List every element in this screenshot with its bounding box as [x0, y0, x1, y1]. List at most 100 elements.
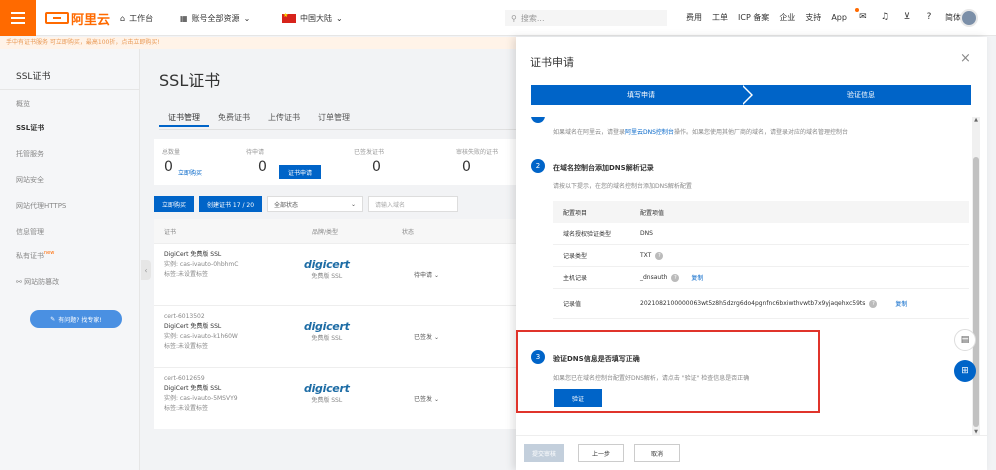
main-content: SSL证书 证书管理 免费证书 上传证书 订单管理 总数量 0 立即购买 待申请…	[140, 49, 516, 470]
apply-cert-button[interactable]: 证书申请	[279, 165, 321, 179]
sidebar-item-hosting[interactable]: 托管服务	[16, 149, 44, 159]
copy-value-button[interactable]: 复制	[895, 299, 907, 308]
link-support[interactable]: 支持	[805, 12, 821, 23]
table-row[interactable]: cert-6013502 DigiCert 免费版 SSL 实例: cas-iv…	[154, 305, 516, 367]
issued-label: 已签发证书	[354, 149, 385, 156]
apps-icon[interactable]: ⊞	[954, 360, 976, 382]
scroll-thumb[interactable]	[973, 157, 979, 427]
cert-tag[interactable]: 标签:未设置标签	[164, 404, 238, 414]
question-icon[interactable]: ?	[655, 251, 664, 260]
sidebar-item-https-proxy[interactable]: 网站代理HTTPS	[16, 201, 66, 211]
status-select[interactable]: 全部状态 ⌄	[267, 196, 364, 212]
scroll-down-icon[interactable]: ▼	[972, 429, 980, 435]
cart-icon[interactable]: ⊻	[901, 11, 913, 23]
notification-dot	[855, 8, 859, 12]
buy-now-link[interactable]: 立即购买	[178, 168, 202, 177]
search-icon: ⚲	[511, 13, 517, 23]
prev-step-button[interactable]: 上一步	[578, 444, 624, 462]
tab-cert-management[interactable]: 证书管理	[159, 109, 209, 127]
link-icp[interactable]: ICP 备案	[738, 12, 769, 23]
page-title: SSL证书	[159, 71, 221, 90]
total-value: 0	[164, 159, 173, 175]
tab-free-cert[interactable]: 免费证书	[209, 109, 259, 127]
link-app[interactable]: App	[831, 13, 847, 22]
status-cell[interactable]: 待申请 ⌄	[414, 270, 439, 279]
question-icon[interactable]: ?	[869, 299, 878, 308]
workbench-link[interactable]: ⌂ 工作台	[120, 11, 153, 25]
region-dropdown[interactable]: 中国大陆 ⌄	[282, 11, 343, 25]
aliyun-logo[interactable]: 阿里云	[45, 9, 110, 28]
chevron-down-icon: ⌄	[351, 200, 357, 208]
question-icon[interactable]: ?	[671, 273, 680, 282]
sidebar-item-ssl[interactable]: SSL证书	[16, 123, 44, 133]
cancel-button[interactable]: 取消	[634, 444, 680, 462]
search-input[interactable]: ⚲ 搜索...	[505, 10, 667, 26]
cert-tag[interactable]: 标签:未设置标签	[164, 342, 238, 352]
section2-title: 在域名控制台添加DNS解析记录	[553, 164, 654, 172]
config-value-text: TXT	[640, 252, 652, 259]
section1-desc-pre: 如果域名在阿里云，请登录	[553, 129, 626, 136]
link-enterprise[interactable]: 企业	[779, 12, 795, 23]
promo-notice[interactable]: 手中有证书服务 可立即购买，最高100折，点击立即购买!	[0, 37, 516, 49]
sidebar-item-private-cert[interactable]: 私有证书new	[16, 250, 54, 261]
highlight-box	[516, 330, 820, 413]
issued-value: 0	[372, 159, 381, 175]
dns-console-link[interactable]: 阿里云DNS控制台	[625, 129, 674, 136]
copy-host-button[interactable]: 复制	[691, 273, 703, 282]
brand-sub: 免费版 SSL	[311, 335, 343, 342]
sidebar-collapse-handle[interactable]: ‹	[141, 260, 151, 280]
config-value: TXT?	[640, 251, 969, 260]
tab-upload-cert[interactable]: 上传证书	[259, 109, 309, 127]
link-tickets[interactable]: 工单	[712, 12, 728, 23]
drawer-scrollbar[interactable]: ▲ ▼	[972, 117, 980, 435]
create-cert-button[interactable]: 创建证书 17 / 20	[199, 196, 263, 212]
hamburger-menu-icon[interactable]	[0, 0, 36, 36]
sidebar-item-tamper[interactable]: ⚯ 网站防篡改	[16, 277, 59, 287]
step-indicator: 填写申请 验证信息	[531, 85, 971, 105]
cert-type: DigiCert 免费版 SSL	[164, 251, 222, 258]
message-icon[interactable]: ✉	[857, 11, 869, 23]
sidebar-item-info-mgmt[interactable]: 信息管理	[16, 227, 44, 237]
table-row[interactable]: DigiCert 免费版 SSL 实例: cas-ivauto-0hbhmC 标…	[154, 243, 516, 305]
cert-name: cert-6013502	[164, 313, 205, 320]
cert-cell: DigiCert 免费版 SSL 实例: cas-ivauto-0hbhmC 标…	[164, 250, 238, 280]
cert-type: DigiCert 免费版 SSL	[164, 385, 222, 392]
resources-dropdown[interactable]: ▦ 账号全部资源 ⌄	[180, 11, 250, 25]
step-2-badge: 2	[531, 159, 545, 173]
link-fees[interactable]: 费用	[686, 12, 702, 23]
status-cell[interactable]: 已签发 ⌄	[414, 332, 439, 341]
grid-icon: ▦	[180, 13, 188, 23]
config-value: 2021082100000063wt5z8h5dzrg6do4pgnfnc6bx…	[640, 299, 969, 308]
config-table-header: 配置项目 配置项值	[553, 201, 969, 223]
sidebar-divider	[0, 89, 140, 90]
feedback-icon[interactable]: ▤	[954, 329, 976, 351]
scroll-up-icon[interactable]: ▲	[972, 117, 980, 123]
config-key: 域名授权验证类型	[563, 231, 612, 238]
cert-tag[interactable]: 标签:未设置标签	[164, 270, 238, 280]
tab-orders[interactable]: 订单管理	[309, 109, 359, 127]
domain-search-input[interactable]: 请输入域名	[368, 196, 459, 212]
table-row[interactable]: cert-6012659 DigiCert 免费版 SSL 实例: cas-iv…	[154, 367, 516, 429]
bell-icon[interactable]: ♫	[879, 11, 891, 23]
status-cell[interactable]: 已签发 ⌄	[414, 394, 439, 403]
review-failed-label: 审核失败的证书	[456, 149, 499, 156]
cert-instance: 实例: cas-ivauto-0hbhmC	[164, 261, 239, 268]
digicert-logo: digicert	[304, 320, 350, 333]
sidebar-item-overview[interactable]: 概览	[16, 99, 30, 109]
ask-expert-button[interactable]: ✎ 有问题? 找专家!	[30, 310, 122, 328]
language-switch[interactable]: 简体	[945, 12, 961, 23]
step-1-badge	[531, 117, 545, 123]
link-icon: ⚯	[16, 278, 22, 286]
cert-cell: cert-6012659 DigiCert 免费版 SSL 实例: cas-iv…	[164, 374, 238, 414]
buy-button[interactable]: 立即购买	[154, 196, 195, 212]
avatar[interactable]	[960, 9, 978, 27]
sidebar-title: SSL证书	[16, 72, 51, 82]
submit-review-button[interactable]: 提交审核	[524, 444, 564, 462]
cert-cell: cert-6013502 DigiCert 免费版 SSL 实例: cas-iv…	[164, 312, 238, 352]
logo-mark-icon	[45, 12, 69, 24]
cert-table: 证书 品牌/类型 状态 DigiCert 免费版 SSL 实例: cas-iva…	[154, 219, 516, 429]
close-icon[interactable]: ×	[960, 51, 971, 66]
sidebar-item-site-security[interactable]: 网站安全	[16, 175, 44, 185]
cert-instance: 实例: cas-ivauto-5MSVY9	[164, 395, 238, 402]
help-icon[interactable]: ?	[923, 11, 935, 23]
